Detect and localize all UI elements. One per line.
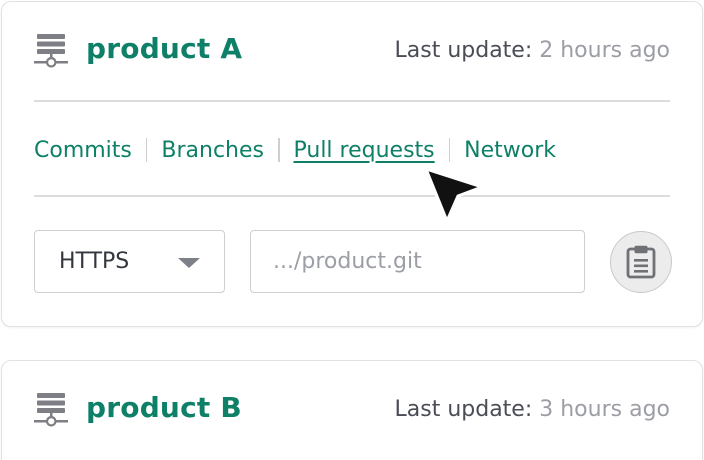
nav-link-commits[interactable]: Commits [34, 138, 132, 163]
clipboard-icon [626, 245, 656, 279]
divider [34, 195, 670, 197]
repo-card-header: product A Last update: 2 hours ago [34, 30, 670, 72]
repo-name[interactable]: product B [86, 391, 242, 424]
nav-link-branches[interactable]: Branches [161, 138, 264, 163]
caret-down-icon [178, 258, 200, 268]
server-repo-icon [34, 34, 68, 68]
nav-separator [448, 138, 451, 162]
protocol-select-value: HTTPS [59, 249, 130, 274]
repo-card-product-b: product B Last update: 3 hours ago [1, 360, 703, 460]
last-update-label: Last update: [394, 397, 533, 422]
repo-card-header: product B Last update: 3 hours ago [34, 389, 670, 431]
clone-url-input[interactable] [250, 230, 585, 293]
server-repo-icon [34, 393, 68, 427]
divider [34, 100, 670, 102]
nav-link-pull-requests[interactable]: Pull requests [294, 138, 435, 163]
last-update-label: Last update: [394, 38, 533, 63]
nav-separator [278, 138, 280, 162]
protocol-select[interactable]: HTTPS [34, 230, 225, 293]
repo-card-product-a: product A Last update: 2 hours ago Commi… [1, 1, 703, 327]
nav-separator [145, 138, 148, 162]
repo-nav: Commits Branches Pull requests Network [34, 134, 556, 166]
last-update: Last update: 3 hours ago [395, 397, 671, 422]
repo-name[interactable]: product A [86, 32, 242, 65]
last-update-value: 2 hours ago [539, 38, 670, 63]
last-update-value: 3 hours ago [539, 397, 670, 422]
copy-url-button[interactable] [610, 231, 672, 293]
last-update: Last update: 2 hours ago [395, 38, 671, 63]
nav-link-network[interactable]: Network [464, 138, 556, 163]
